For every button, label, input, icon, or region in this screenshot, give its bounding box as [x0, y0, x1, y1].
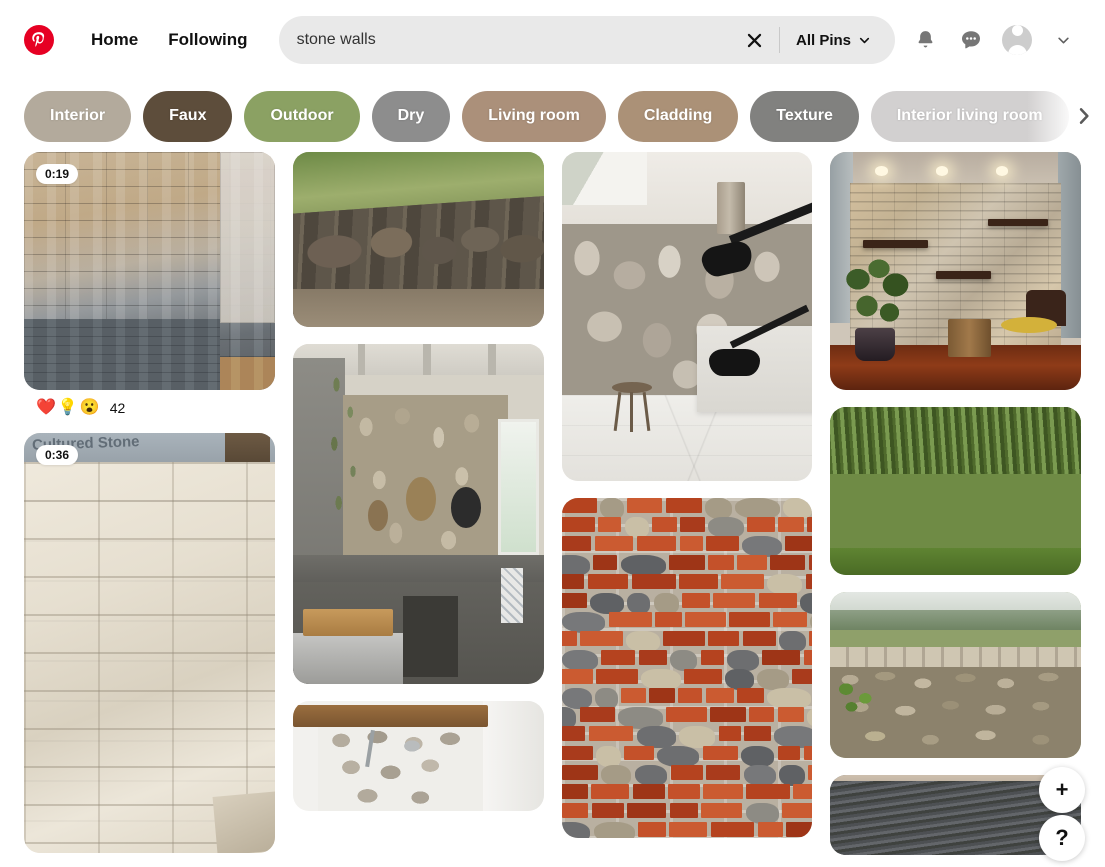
pin-image [293, 344, 544, 684]
pin-layered-stone-veneer-video[interactable]: 0:19 ❤️💡😮 42 [24, 152, 275, 416]
filter-chip-faux[interactable]: Faux [143, 91, 232, 142]
pin-image [562, 152, 813, 481]
grid-column-2 [293, 152, 544, 864]
pin-media[interactable] [562, 498, 813, 838]
grid-column-3 [562, 152, 813, 864]
filter-chip-scroller[interactable]: InteriorFauxOutdoor DryLiving roomCladdin… [0, 80, 1105, 152]
search-divider [779, 27, 780, 53]
search-bar[interactable]: All Pins [279, 16, 895, 64]
pin-cultured-stone-video[interactable]: Cultured Stone0:36 [24, 433, 275, 853]
video-duration-badge: 0:19 [36, 164, 78, 184]
create-button[interactable]: + [1039, 767, 1085, 813]
pin-media[interactable] [293, 344, 544, 684]
chevron-down-icon [858, 34, 871, 47]
pin-countryside-dry-stone-wall[interactable] [830, 592, 1081, 758]
filter-chip-dry[interactable]: Dry [372, 91, 451, 142]
account-avatar[interactable] [997, 20, 1037, 60]
filter-chip-cladding[interactable]: Cladding [618, 91, 738, 142]
pin-image [830, 152, 1081, 390]
nav-item-following[interactable]: Following [153, 21, 262, 59]
filter-chip-interior[interactable]: Interior [24, 91, 131, 142]
account-menu-chevron-down-icon[interactable] [1043, 20, 1083, 60]
grid-column-4 [830, 152, 1081, 864]
pin-image [24, 152, 275, 390]
filter-chip-texture[interactable]: Texture [750, 91, 859, 142]
filter-chip-row: InteriorFauxOutdoor DryLiving roomCladdin… [0, 80, 1105, 152]
pin-media[interactable] [830, 592, 1081, 758]
pin-rustic-stone-kitchen[interactable] [293, 344, 544, 684]
messages-chat-icon[interactable] [951, 20, 991, 60]
pin-media[interactable] [830, 407, 1081, 575]
reaction-emoji-icon[interactable]: 😮 [80, 400, 100, 416]
pin-media[interactable] [293, 152, 544, 327]
nav-item-home[interactable]: Home [76, 21, 153, 59]
pin-media[interactable] [830, 152, 1081, 390]
pin-image [830, 407, 1081, 575]
pin-image [24, 433, 275, 853]
pin-stone-backsplash-shelf[interactable] [293, 701, 544, 811]
pin-media[interactable] [293, 701, 544, 811]
chip-scroll-next-icon[interactable] [1067, 99, 1101, 133]
pin-media[interactable]: Cultured Stone0:36 [24, 433, 275, 853]
notifications-bell-icon[interactable] [905, 20, 945, 60]
pin-dry-stone-field-wall[interactable] [293, 152, 544, 327]
filter-chip-outdoor[interactable]: Outdoor [244, 91, 359, 142]
pin-image [293, 701, 544, 811]
pin-media[interactable] [562, 152, 813, 481]
pin-image [830, 592, 1081, 758]
grid-column-1: 0:19 ❤️💡😮 42 Cultured Stone0:36 [24, 152, 275, 864]
pin-brick-and-stone-wall[interactable] [562, 498, 813, 838]
help-button[interactable]: ? [1039, 815, 1085, 861]
pin-results-grid: 0:19 ❤️💡😮 42 Cultured Stone0:36 [0, 152, 1105, 864]
filter-chip-interior-living-room[interactable]: Interior living room [871, 91, 1069, 142]
avatar-image [1002, 25, 1032, 55]
pin-media[interactable]: 0:19 [24, 152, 275, 390]
all-pins-dropdown[interactable]: All Pins [784, 16, 887, 64]
reaction-emoji-icon[interactable]: 💡 [58, 400, 78, 416]
pin-interior-stone-wall-lamps[interactable] [562, 152, 813, 481]
pin-stacked-stone-accent-room[interactable] [830, 152, 1081, 390]
filter-chip-living-room[interactable]: Living room [462, 91, 606, 142]
all-pins-label: All Pins [796, 32, 851, 49]
pinterest-logo-icon[interactable] [24, 25, 54, 55]
pin-image [293, 152, 544, 327]
pin-image [562, 498, 813, 838]
video-duration-badge: 0:36 [36, 445, 78, 465]
clear-search-icon[interactable] [735, 20, 775, 60]
search-input[interactable] [279, 16, 735, 64]
reaction-emoji-icon[interactable]: ❤️ [36, 400, 56, 416]
pin-reactions[interactable]: ❤️💡😮 42 [24, 390, 275, 416]
reaction-count: 42 [110, 400, 126, 416]
pin-river-stone-garden-wall[interactable] [830, 407, 1081, 575]
top-navigation-bar: Home Following All Pins [0, 0, 1105, 80]
